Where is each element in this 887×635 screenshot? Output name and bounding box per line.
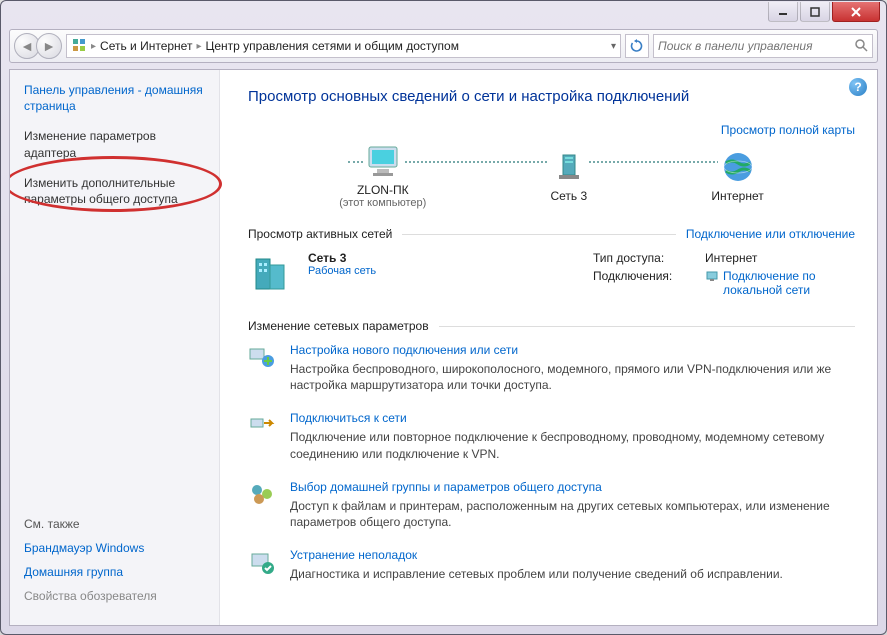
task-title[interactable]: Подключиться к сети bbox=[290, 411, 855, 425]
task-new-connection: Настройка нового подключения или сети На… bbox=[248, 343, 855, 393]
task-desc: Диагностика и исправление сетевых пробле… bbox=[290, 566, 783, 582]
troubleshoot-icon bbox=[248, 548, 276, 576]
map-net-name: Сеть 3 bbox=[549, 189, 589, 203]
access-type-value: Интернет bbox=[705, 251, 757, 265]
new-connection-icon bbox=[248, 343, 276, 371]
task-desc: Настройка беспроводного, широкополосного… bbox=[290, 361, 855, 393]
task-desc: Доступ к файлам и принтерам, расположенн… bbox=[290, 498, 855, 530]
see-also-label: См. также bbox=[24, 517, 205, 531]
globe-icon bbox=[718, 149, 758, 185]
map-network: Сеть 3 bbox=[539, 149, 599, 203]
close-button[interactable] bbox=[832, 2, 880, 22]
map-internet: Интернет bbox=[701, 149, 773, 203]
task-title[interactable]: Выбор домашней группы и параметров общег… bbox=[290, 480, 855, 494]
homegroup-icon bbox=[248, 480, 276, 508]
sidebar-browser-link[interactable]: Свойства обозревателя bbox=[24, 589, 205, 603]
computer-icon bbox=[363, 143, 403, 179]
group-label: Просмотр активных сетей bbox=[248, 227, 392, 241]
map-pc-name: ZLON-ПК bbox=[339, 183, 426, 197]
sidebar-sharing-link[interactable]: Изменить дополнительные параметры общего… bbox=[24, 175, 205, 207]
full-map-link[interactable]: Просмотр полной карты bbox=[721, 123, 855, 137]
network-building-icon bbox=[248, 251, 292, 295]
refresh-button[interactable] bbox=[625, 34, 649, 58]
task-connect-network: Подключиться к сети Подключение или повт… bbox=[248, 411, 855, 461]
maximize-button[interactable] bbox=[800, 2, 830, 22]
nav-toolbar: ◄ ► ▸ Сеть и Интернет ▸ Центр управления… bbox=[9, 29, 878, 63]
breadcrumb-item[interactable]: Центр управления сетями и общим доступом bbox=[205, 39, 459, 53]
sidebar: Панель управления - домашняя страница Из… bbox=[10, 70, 220, 625]
help-icon[interactable]: ? bbox=[849, 78, 867, 96]
forward-button[interactable]: ► bbox=[36, 33, 62, 59]
map-this-pc: ZLON-ПК (этот компьютер) bbox=[329, 143, 436, 209]
dropdown-icon[interactable]: ▾ bbox=[611, 41, 616, 52]
body: Панель управления - домашняя страница Из… bbox=[9, 69, 878, 626]
task-desc: Подключение или повторное подключение к … bbox=[290, 429, 855, 461]
search-input[interactable] bbox=[658, 39, 850, 53]
control-panel-icon bbox=[71, 37, 87, 56]
connect-icon bbox=[248, 411, 276, 439]
search-icon bbox=[854, 38, 868, 55]
network-map: ZLON-ПК (этот компьютер) Сеть 3 Интернет bbox=[278, 143, 825, 209]
active-network-block: Сеть 3 Рабочая сеть Тип доступа: Интерне… bbox=[248, 251, 855, 301]
window: ◄ ► ▸ Сеть и Интернет ▸ Центр управления… bbox=[0, 0, 887, 635]
content: ? Просмотр основных сведений о сети и на… bbox=[220, 70, 877, 625]
network-type-link[interactable]: Рабочая сеть bbox=[308, 265, 376, 277]
breadcrumb-item[interactable]: Сеть и Интернет bbox=[100, 39, 192, 53]
network-name: Сеть 3 bbox=[308, 251, 376, 265]
chevron-right-icon: ▸ bbox=[91, 41, 96, 52]
active-networks-header: Просмотр активных сетей Подключение или … bbox=[248, 227, 855, 241]
page-title: Просмотр основных сведений о сети и наст… bbox=[248, 88, 855, 105]
task-troubleshoot: Устранение неполадок Диагностика и испра… bbox=[248, 548, 855, 582]
task-title[interactable]: Настройка нового подключения или сети bbox=[290, 343, 855, 357]
chevron-right-icon: ▸ bbox=[196, 41, 201, 52]
task-homegroup: Выбор домашней группы и параметров общег… bbox=[248, 480, 855, 530]
map-inet-name: Интернет bbox=[711, 189, 763, 203]
lan-icon bbox=[705, 269, 719, 283]
titlebar bbox=[1, 1, 886, 29]
sidebar-home-link[interactable]: Панель управления - домашняя страница bbox=[24, 82, 205, 114]
network-params-header: Изменение сетевых параметров bbox=[248, 319, 855, 333]
connection-link[interactable]: Подключение по локальной сети bbox=[705, 269, 855, 297]
minimize-button[interactable] bbox=[768, 2, 798, 22]
access-type-label: Тип доступа: bbox=[593, 251, 693, 265]
sidebar-homegroup-link[interactable]: Домашняя группа bbox=[24, 565, 205, 579]
sidebar-firewall-link[interactable]: Брандмауэр Windows bbox=[24, 541, 205, 555]
connections-label: Подключения: bbox=[593, 269, 693, 297]
search-box[interactable] bbox=[653, 34, 873, 58]
map-pc-sub: (этот компьютер) bbox=[339, 197, 426, 209]
breadcrumb[interactable]: ▸ Сеть и Интернет ▸ Центр управления сет… bbox=[66, 34, 621, 58]
sidebar-adapter-link[interactable]: Изменение параметров адаптера bbox=[24, 128, 205, 160]
task-title[interactable]: Устранение неполадок bbox=[290, 548, 783, 562]
connect-disconnect-link[interactable]: Подключение или отключение bbox=[686, 227, 855, 241]
network-icon bbox=[549, 149, 589, 185]
